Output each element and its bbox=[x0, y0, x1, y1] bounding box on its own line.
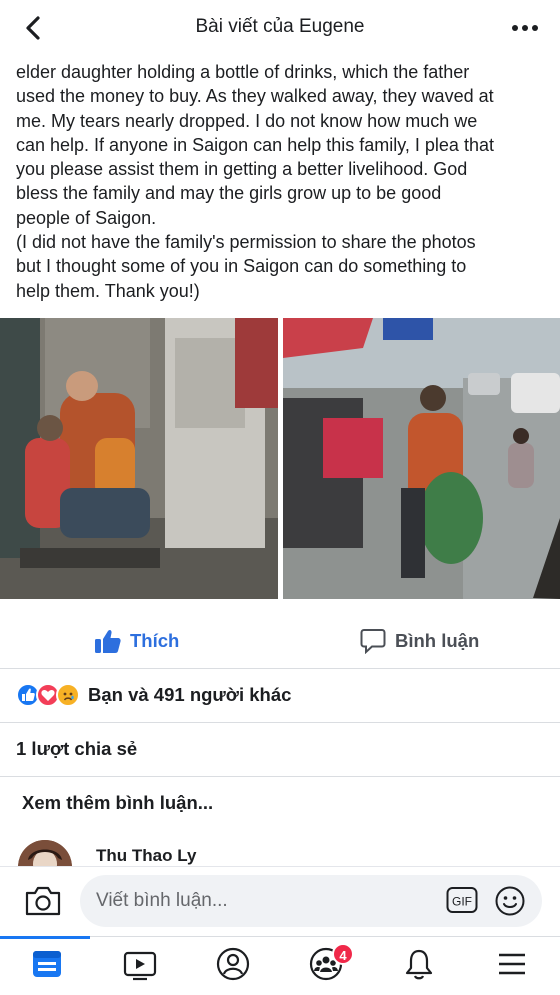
avatar[interactable] bbox=[18, 840, 72, 866]
comment-label: Bình luận bbox=[395, 630, 480, 651]
reactions-summary[interactable]: Bạn và 491 người khác bbox=[16, 682, 291, 708]
sad-reaction-icon bbox=[56, 683, 80, 707]
camera-icon bbox=[25, 886, 61, 916]
like-button[interactable]: Thích bbox=[94, 626, 179, 656]
post-photos bbox=[0, 318, 560, 599]
photo-family-sitting[interactable] bbox=[0, 318, 278, 599]
comment-composer: GIF bbox=[0, 866, 560, 936]
divider bbox=[0, 668, 560, 669]
groups-notification-badge: 4 bbox=[332, 943, 354, 965]
tab-notifications[interactable] bbox=[389, 937, 449, 995]
profile-icon bbox=[216, 947, 250, 981]
post-line: used the money to buy. As they walked aw… bbox=[16, 86, 494, 107]
view-more-comments-link[interactable]: Xem thêm bình luận... bbox=[22, 792, 213, 814]
post-line: (I did not have the family's permission … bbox=[16, 232, 476, 253]
reactions-count: Bạn và 491 người khác bbox=[88, 684, 292, 705]
tab-watch[interactable] bbox=[110, 937, 170, 995]
emoji-button[interactable] bbox=[494, 885, 526, 917]
more-dots-icon bbox=[512, 25, 538, 31]
photo-family-walking[interactable] bbox=[283, 318, 560, 599]
tab-groups[interactable]: 4 bbox=[296, 937, 356, 995]
divider bbox=[0, 722, 560, 723]
tab-menu[interactable] bbox=[482, 937, 542, 995]
gif-icon: GIF bbox=[446, 887, 478, 913]
thumbs-up-icon bbox=[95, 629, 121, 653]
post-line: you please assist them in getting a bett… bbox=[16, 159, 468, 180]
post-line: elder daughter holding a bottle of drink… bbox=[16, 62, 470, 82]
post-line: people of Saigon. bbox=[16, 207, 157, 228]
watch-icon bbox=[123, 951, 157, 981]
more-options-button[interactable] bbox=[508, 14, 542, 42]
gif-button[interactable]: GIF bbox=[446, 886, 478, 914]
tab-news-feed[interactable] bbox=[17, 937, 77, 995]
comment-button[interactable]: Bình luận bbox=[360, 626, 479, 656]
tab-profile[interactable] bbox=[203, 937, 263, 995]
comment-item: Thu Thao Ly bbox=[0, 836, 560, 866]
post-body: elder daughter holding a bottle of drink… bbox=[16, 60, 546, 303]
post-line: can help. If anyone in Saigon can help t… bbox=[16, 134, 494, 155]
like-label: Thích bbox=[130, 630, 180, 651]
top-bar: Bài viết của Eugene bbox=[0, 0, 560, 56]
post-actions: Thích Bình luận bbox=[0, 612, 560, 668]
menu-icon bbox=[499, 953, 525, 975]
smiley-icon bbox=[495, 886, 525, 916]
bottom-tab-bar: 4 bbox=[0, 936, 560, 995]
notifications-icon bbox=[405, 949, 433, 980]
post-line: help them. Thank you!) bbox=[16, 280, 200, 301]
divider bbox=[0, 776, 560, 777]
gif-label: GIF bbox=[452, 895, 472, 909]
news-feed-icon bbox=[33, 951, 61, 977]
post-line: bless the family and may the girls grow … bbox=[16, 183, 442, 204]
reaction-icons bbox=[16, 683, 84, 707]
post-line: me. My tears nearly dropped. I do not kn… bbox=[16, 110, 478, 131]
page-title: Bài viết của Eugene bbox=[195, 16, 365, 37]
shares-count[interactable]: 1 lượt chia sẻ bbox=[16, 738, 137, 760]
comment-bubble-icon bbox=[360, 629, 386, 654]
camera-button[interactable] bbox=[24, 885, 62, 917]
comment-author[interactable]: Thu Thao Ly bbox=[96, 846, 196, 866]
post-line: but I thought some of you in Saigon can … bbox=[16, 256, 467, 277]
